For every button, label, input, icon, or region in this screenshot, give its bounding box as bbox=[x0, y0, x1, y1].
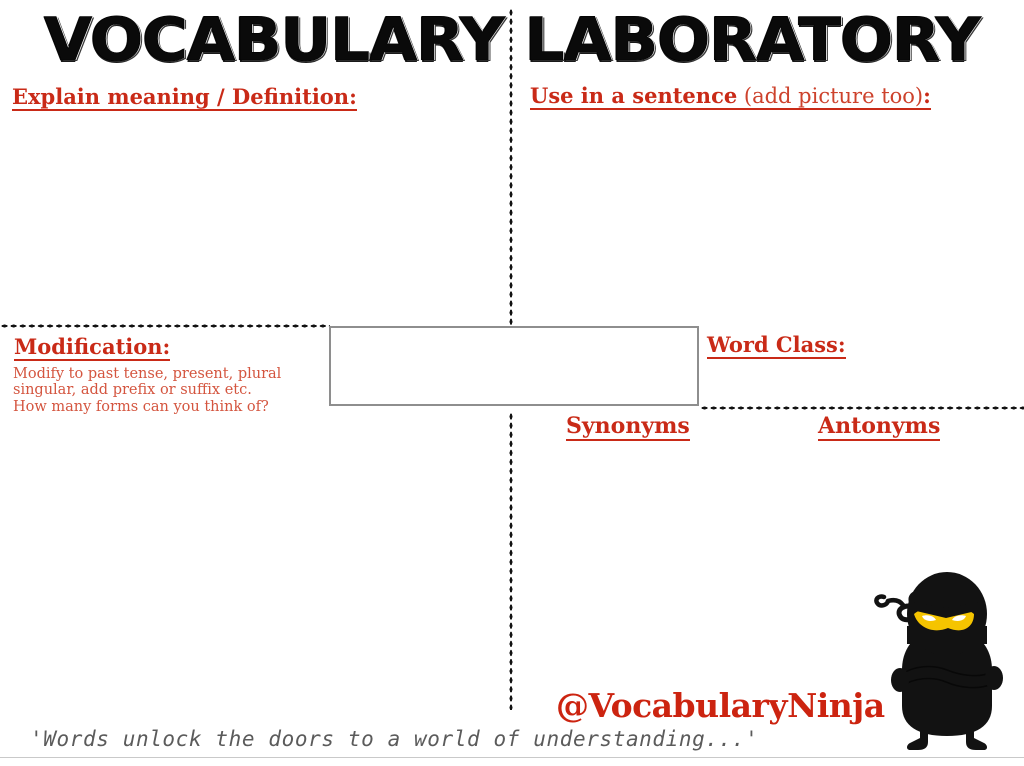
divider-vertical-top bbox=[509, 8, 513, 326]
footer-quote: 'Words unlock the doors to a world of un… bbox=[30, 727, 759, 751]
heading-antonyms: Antonyms bbox=[818, 414, 941, 442]
heading-word-class: Word Class: bbox=[707, 333, 846, 360]
divider-horizontal-right bbox=[700, 406, 1024, 410]
modification-line-2: singular, add prefix or suffix etc. bbox=[13, 382, 252, 399]
modification-line-1: Modify to past tense, present, plural bbox=[13, 366, 282, 382]
brand-handle: @VocabularyNinja bbox=[556, 686, 885, 725]
word-entry-box[interactable] bbox=[329, 326, 699, 406]
heading-definition: Explain meaning / Definition: bbox=[12, 85, 357, 112]
footer-divider bbox=[0, 757, 1024, 758]
ninja-mascot-icon bbox=[874, 572, 1003, 750]
divider-vertical-bottom bbox=[509, 412, 513, 710]
heading-sentence-tail: : bbox=[923, 83, 931, 108]
worksheet-page: VOCABULARY LABORATORY Explain meaning / … bbox=[0, 0, 1024, 766]
divider-horizontal-left bbox=[0, 324, 330, 328]
heading-synonyms: Synonyms bbox=[566, 414, 690, 442]
heading-sentence-bold: Use in a sentence bbox=[530, 83, 738, 108]
heading-sentence-light: (add picture too) bbox=[737, 84, 924, 108]
modification-line-3: How many forms can you think of? bbox=[13, 398, 269, 415]
heading-modification: Modification: bbox=[14, 335, 171, 362]
heading-sentence: Use in a sentence (add picture too): bbox=[530, 83, 931, 111]
modification-instructions: Modify to past tense, present, plural si… bbox=[13, 366, 333, 415]
